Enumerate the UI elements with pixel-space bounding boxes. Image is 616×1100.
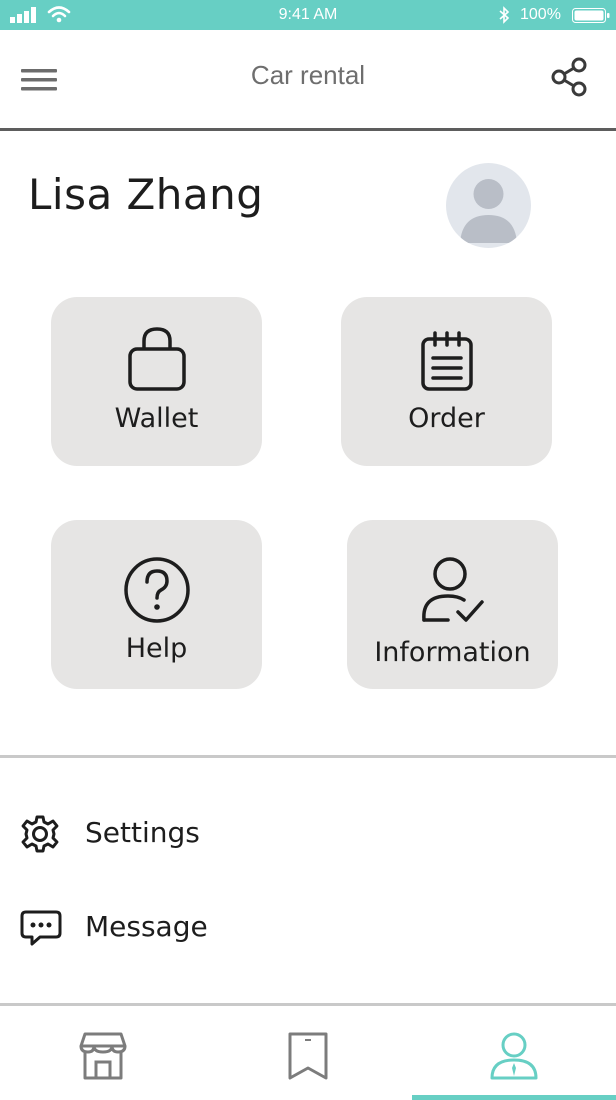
avatar[interactable] <box>446 163 531 248</box>
message-item[interactable]: Message <box>0 892 616 962</box>
clipboard-icon <box>420 331 473 391</box>
information-tile[interactable]: Information <box>347 520 558 689</box>
share-icon[interactable] <box>549 56 591 98</box>
user-name: Lisa Zhang <box>28 170 264 219</box>
message-label: Message <box>85 910 208 943</box>
status-bar: 9:41 AM 100% <box>0 0 616 30</box>
chat-icon <box>20 910 62 946</box>
user-icon <box>490 1032 537 1080</box>
wallet-tile[interactable]: Wallet <box>51 297 262 466</box>
section-divider <box>0 755 616 758</box>
avatar-placeholder-icon <box>460 179 517 243</box>
battery-percentage: 100% <box>520 6 561 23</box>
nav-item-profile[interactable] <box>411 1006 616 1100</box>
bottom-navigation <box>0 1006 616 1100</box>
bookmark-icon <box>288 1032 327 1080</box>
active-tab-indicator <box>412 1095 616 1100</box>
help-tile[interactable]: Help <box>51 520 262 689</box>
nav-item-bookmark[interactable] <box>205 1006 410 1100</box>
profile-screen: 9:41 AM 100% Car rental Lisa Zhang Walle… <box>0 0 616 1100</box>
nav-item-store[interactable] <box>0 1006 205 1100</box>
order-tile[interactable]: Order <box>341 297 552 466</box>
wallet-label: Wallet <box>114 403 199 434</box>
settings-label: Settings <box>85 816 200 849</box>
gear-icon <box>21 815 59 853</box>
store-icon <box>79 1032 126 1080</box>
information-label: Information <box>374 637 531 668</box>
bluetooth-icon <box>499 6 510 24</box>
help-label: Help <box>125 633 188 664</box>
shopping-bag-icon <box>127 327 186 391</box>
settings-item[interactable]: Settings <box>0 798 616 868</box>
user-check-icon <box>421 557 484 622</box>
page-title: Car rental <box>250 60 366 90</box>
battery-icon <box>572 8 610 23</box>
header-divider <box>0 128 616 131</box>
question-circle-icon <box>123 557 190 623</box>
order-label: Order <box>408 403 485 434</box>
app-header: Car rental <box>0 30 616 129</box>
